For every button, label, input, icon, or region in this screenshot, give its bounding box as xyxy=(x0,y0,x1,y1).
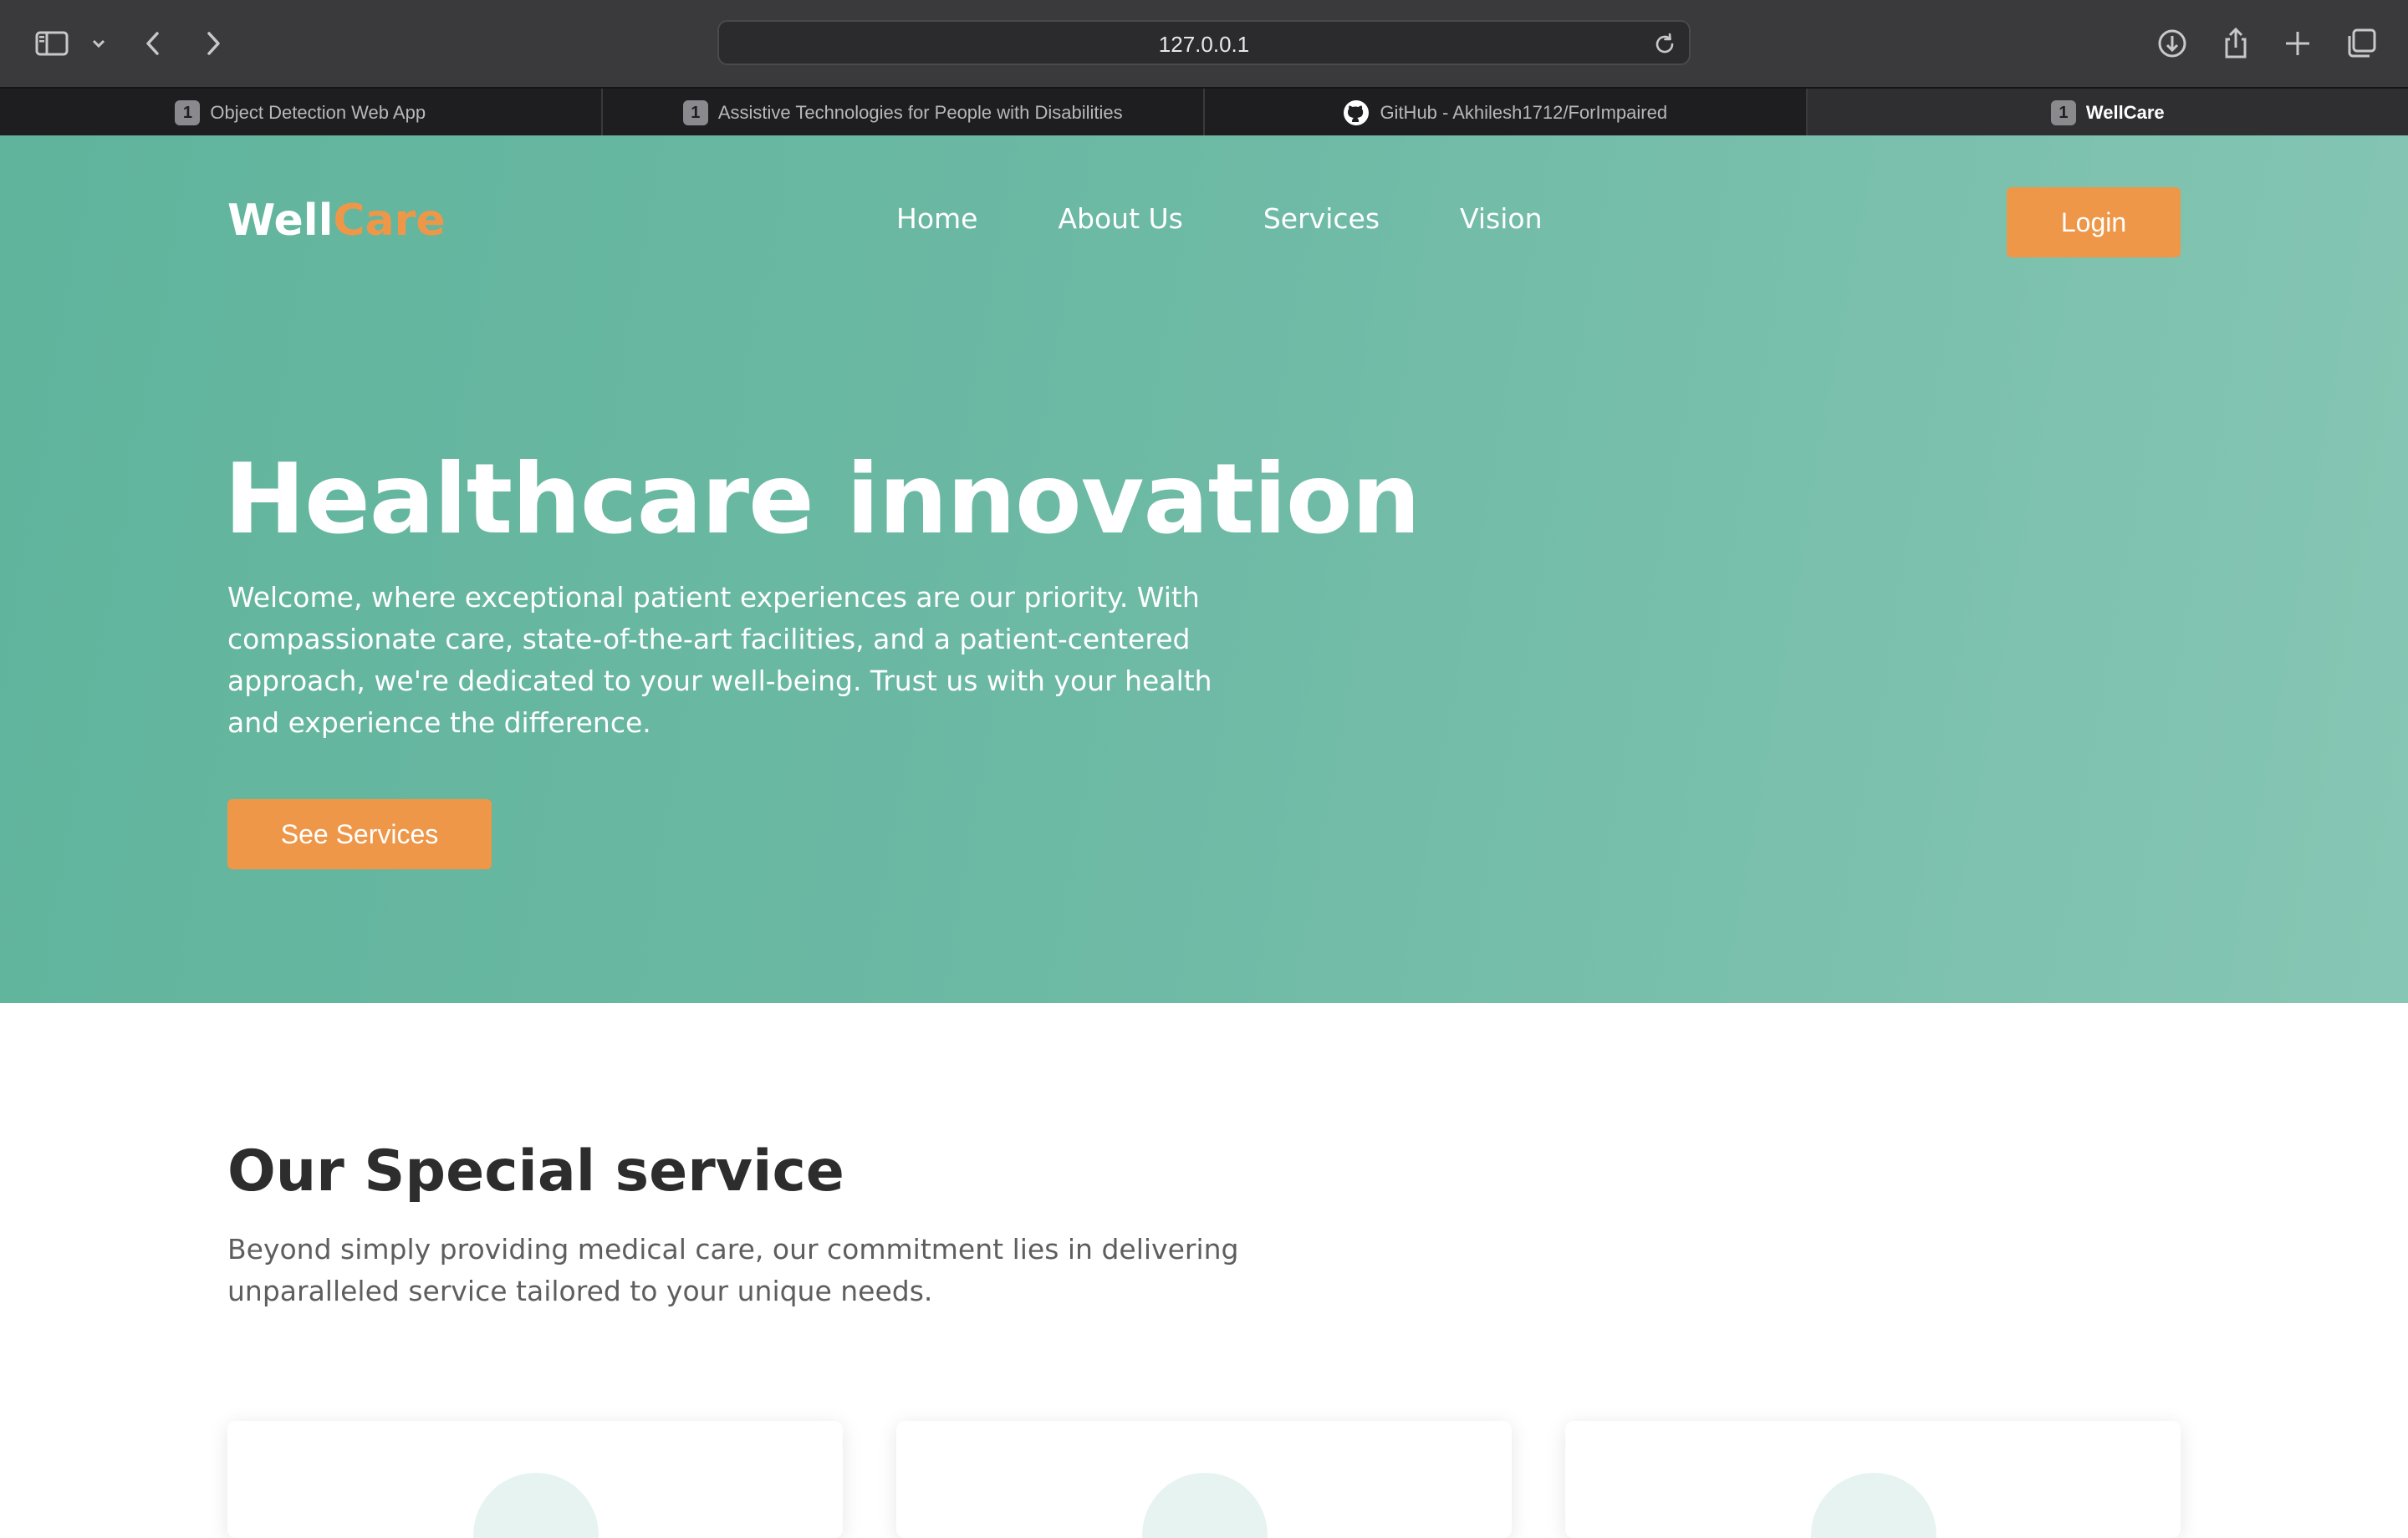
service-icon xyxy=(1142,1473,1268,1538)
service-card[interactable] xyxy=(1565,1421,2181,1538)
chevron-down-icon[interactable] xyxy=(80,25,114,62)
hero-section: WellCare Home About Us Services Vision L… xyxy=(0,135,2408,1003)
logo-well: Well xyxy=(227,196,333,246)
new-tab-icon[interactable] xyxy=(2279,25,2316,62)
nav-services[interactable]: Services xyxy=(1263,202,1380,235)
tab-label: Object Detection Web App xyxy=(210,102,426,124)
tab-badge-icon: 1 xyxy=(683,100,708,125)
login-button[interactable]: Login xyxy=(2007,187,2181,257)
tab-badge-icon: 1 xyxy=(175,100,200,125)
github-icon xyxy=(1343,99,1370,126)
tab-overview-icon[interactable] xyxy=(2343,25,2380,62)
tab-strip: 1 Object Detection Web App 1 Assistive T… xyxy=(0,87,2408,137)
address-bar[interactable]: 127.0.0.1 xyxy=(717,20,1691,65)
service-icon xyxy=(473,1473,599,1538)
hero-description: Welcome, where exceptional patient exper… xyxy=(227,577,1256,744)
tab-github[interactable]: GitHub - Akhilesh1712/ForImpaired xyxy=(1205,89,1808,137)
sidebar-toggle-icon[interactable] xyxy=(33,25,70,62)
tab-object-detection[interactable]: 1 Object Detection Web App xyxy=(0,89,603,137)
tab-badge-icon: 1 xyxy=(2051,100,2076,125)
main-nav: Home About Us Services Vision xyxy=(896,202,1623,235)
nav-vision[interactable]: Vision xyxy=(1460,202,1542,235)
browser-toolbar: 127.0.0.1 xyxy=(0,0,2408,87)
tab-wellcare[interactable]: 1 WellCare xyxy=(1808,89,2408,137)
logo-care: Care xyxy=(333,196,445,246)
downloads-icon[interactable] xyxy=(2154,25,2191,62)
services-description: Beyond simply providing medical care, ou… xyxy=(227,1229,1264,1312)
forward-icon[interactable] xyxy=(194,25,231,62)
hero-title: Healthcare innovation xyxy=(224,443,1420,556)
nav-about-us[interactable]: About Us xyxy=(1058,202,1182,235)
site-logo[interactable]: WellCare xyxy=(227,196,446,246)
reload-icon[interactable] xyxy=(1652,32,1677,57)
tab-label: WellCare xyxy=(2086,102,2165,124)
tab-assistive-technologies[interactable]: 1 Assistive Technologies for People with… xyxy=(603,89,1206,137)
tab-label: Assistive Technologies for People with D… xyxy=(718,102,1123,124)
tab-label: GitHub - Akhilesh1712/ForImpaired xyxy=(1380,102,1667,124)
service-card[interactable] xyxy=(896,1421,1512,1538)
url-text: 127.0.0.1 xyxy=(719,32,1689,58)
back-icon[interactable] xyxy=(135,25,172,62)
service-icon xyxy=(1811,1473,1936,1538)
service-card[interactable] xyxy=(227,1421,843,1538)
see-services-button[interactable]: See Services xyxy=(227,799,492,869)
share-icon[interactable] xyxy=(2217,25,2254,62)
services-title: Our Special service xyxy=(227,1138,844,1204)
nav-home[interactable]: Home xyxy=(896,202,977,235)
